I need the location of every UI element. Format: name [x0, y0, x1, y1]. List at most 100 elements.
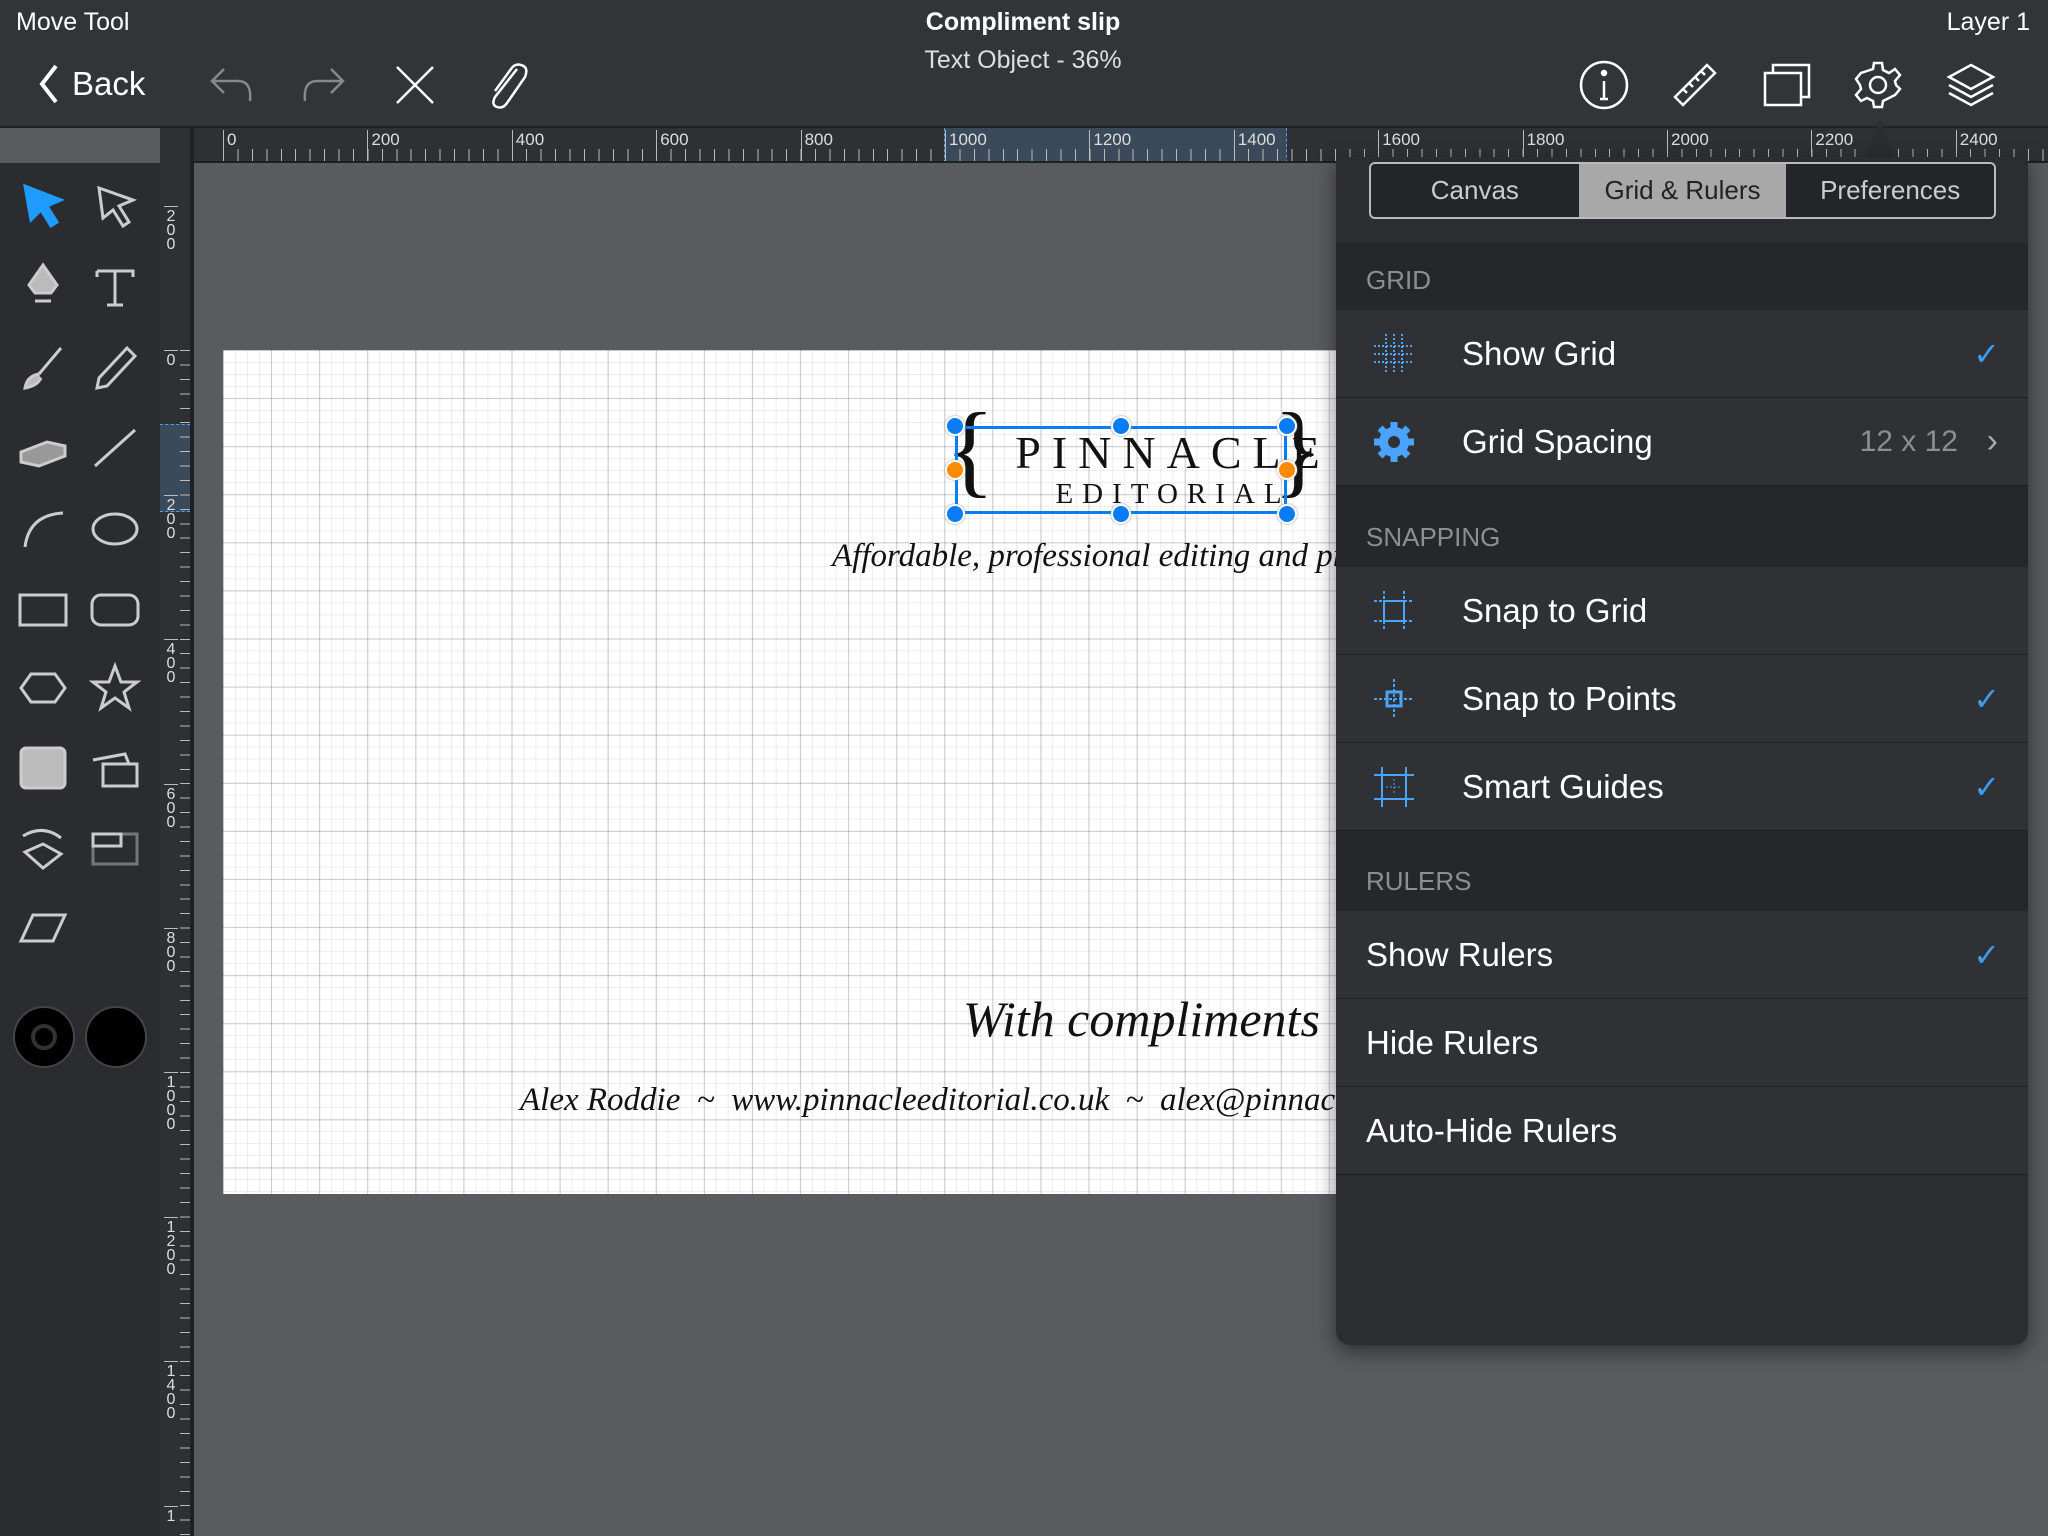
- resize-handle[interactable]: [1277, 504, 1297, 524]
- eraser-tool[interactable]: [11, 416, 75, 480]
- checkmark-icon: ✓: [1973, 768, 2000, 805]
- close-icon: [396, 66, 434, 104]
- selection-box[interactable]: [955, 426, 1287, 514]
- move-tool[interactable]: [11, 174, 75, 238]
- show-grid-label: Show Grid: [1462, 334, 1617, 372]
- ruler-label: 1200: [164, 1216, 178, 1277]
- document-title: Compliment slip: [925, 8, 1121, 36]
- resize-handle[interactable]: [1277, 416, 1297, 436]
- chevron-left-icon: [39, 64, 58, 104]
- document-page[interactable]: { } PINNACLE EDITORIAL Affordable, profe…: [223, 350, 1336, 1194]
- skew-icon: [18, 913, 68, 943]
- ruler-label: 600: [164, 783, 178, 830]
- ruler-label: 0: [164, 350, 178, 369]
- ruler-icon: [1673, 63, 1717, 107]
- auto-hide-rulers-label: Auto-Hide Rulers: [1366, 1111, 1618, 1149]
- grid-spacing-row[interactable]: Grid Spacing 12 x 12 ›: [1336, 398, 2028, 486]
- snap-to-points-label: Snap to Points: [1462, 679, 1677, 717]
- arc-tool[interactable]: [11, 497, 75, 561]
- tab-preferences[interactable]: Preferences: [1786, 164, 1994, 217]
- tab-bar: Canvas Grid & Rulers Preferences: [1336, 157, 2028, 243]
- scale-icon: [91, 832, 139, 866]
- tools-palette: [0, 163, 160, 1536]
- show-grid-row[interactable]: Show Grid ✓: [1336, 310, 2028, 398]
- ruler-label: 1400: [164, 1361, 178, 1422]
- pencil-tool[interactable]: [83, 336, 147, 400]
- resize-handle[interactable]: [1111, 416, 1131, 436]
- show-rulers-label: Show Rulers: [1366, 935, 1554, 973]
- info-button[interactable]: [1574, 55, 1634, 115]
- contact-footer-text[interactable]: Alex Roddie ~ www.pinnacleeditorial.co.u…: [520, 1082, 1336, 1119]
- stroke-color-swatch[interactable]: [13, 1006, 75, 1068]
- tab-grid-rulers[interactable]: Grid & Rulers: [1578, 164, 1787, 217]
- resize-handle[interactable]: [945, 416, 965, 436]
- info-icon: [1579, 60, 1629, 110]
- rotate-icon: [22, 829, 64, 870]
- snap-grid-icon: [1364, 587, 1424, 635]
- delete-button[interactable]: [385, 55, 445, 115]
- grid-spacing-label: Grid Spacing: [1462, 422, 1653, 460]
- settings-button[interactable]: [1848, 55, 1908, 115]
- tagline-text[interactable]: Affordable, professional editing and pro…: [832, 538, 1336, 575]
- undo-button[interactable]: [202, 55, 262, 115]
- redo-icon: [303, 68, 345, 102]
- auto-hide-rulers-row[interactable]: Auto-Hide Rulers: [1336, 1087, 2028, 1175]
- smart-guides-icon: [1364, 763, 1424, 811]
- image-tool[interactable]: [83, 736, 147, 800]
- snap-to-points-row[interactable]: Snap to Points ✓: [1336, 655, 2028, 743]
- redo-button[interactable]: [293, 55, 353, 115]
- rectangle-tool[interactable]: [11, 577, 75, 641]
- snap-to-grid-label: Snap to Grid: [1462, 591, 1648, 629]
- top-toolbar: Move Tool Compliment slip Text Object - …: [0, 0, 2048, 128]
- resize-handle[interactable]: [945, 504, 965, 524]
- canvas-frame-button[interactable]: [1757, 55, 1817, 115]
- ruler-label: 0: [223, 130, 236, 161]
- skew-tool[interactable]: [11, 895, 75, 959]
- star-icon: [89, 662, 141, 712]
- polygon-tool[interactable]: [11, 656, 75, 720]
- pen-nib-icon: [27, 262, 59, 303]
- vertical-ruler[interactable]: 200 0 200 400 600 800 1000 1200 1400 1: [160, 128, 194, 1536]
- ellipse-tool[interactable]: [83, 497, 147, 561]
- ruler-label: 600: [656, 130, 689, 161]
- checkmark-icon: ✓: [1973, 936, 2000, 973]
- layer-label[interactable]: Layer 1: [1947, 8, 2030, 37]
- star-tool[interactable]: [83, 656, 147, 720]
- attach-button[interactable]: [477, 55, 537, 115]
- undo-icon: [210, 68, 252, 102]
- compliments-text[interactable]: With compliments: [963, 990, 1320, 1048]
- shapes-library-tool[interactable]: [11, 736, 75, 800]
- layers-button[interactable]: [1941, 55, 2001, 115]
- arrow-pointer-icon: [23, 183, 65, 229]
- smart-guides-label: Smart Guides: [1462, 767, 1664, 805]
- scale-tool[interactable]: [83, 816, 147, 880]
- photos-icon: [92, 752, 139, 788]
- rounded-rectangle-tool[interactable]: [83, 577, 147, 641]
- transform-tool[interactable]: [11, 816, 75, 880]
- artboard-icon: [1763, 63, 1811, 107]
- back-button[interactable]: Back: [36, 62, 145, 106]
- fill-color-swatch[interactable]: [85, 1006, 147, 1068]
- ruler-label: 1200: [1089, 130, 1131, 161]
- direct-select-tool[interactable]: [83, 174, 147, 238]
- ruler-ticks: [180, 350, 190, 1536]
- resize-handle[interactable]: [1111, 504, 1131, 524]
- text-tool[interactable]: [83, 255, 147, 319]
- smart-guides-row[interactable]: Smart Guides ✓: [1336, 743, 2028, 831]
- text-width-handle[interactable]: [945, 460, 965, 480]
- checkmark-icon: ✓: [1973, 335, 2000, 372]
- hide-rulers-row[interactable]: Hide Rulers: [1336, 999, 2028, 1087]
- text-width-handle[interactable]: [1277, 460, 1297, 480]
- ruler-button[interactable]: [1665, 55, 1725, 115]
- pen-tool[interactable]: [11, 255, 75, 319]
- hexagon-icon: [19, 672, 67, 704]
- back-label: Back: [72, 65, 146, 102]
- brush-tool[interactable]: [11, 336, 75, 400]
- paintbrush-icon: [23, 347, 63, 390]
- snap-to-grid-row[interactable]: Snap to Grid: [1336, 567, 2028, 655]
- ruler-label: 1000: [164, 1072, 178, 1133]
- line-tool[interactable]: [83, 416, 147, 480]
- tab-canvas[interactable]: Canvas: [1371, 164, 1579, 217]
- show-rulers-row[interactable]: Show Rulers ✓: [1336, 911, 2028, 999]
- snap-points-icon: [1364, 675, 1424, 723]
